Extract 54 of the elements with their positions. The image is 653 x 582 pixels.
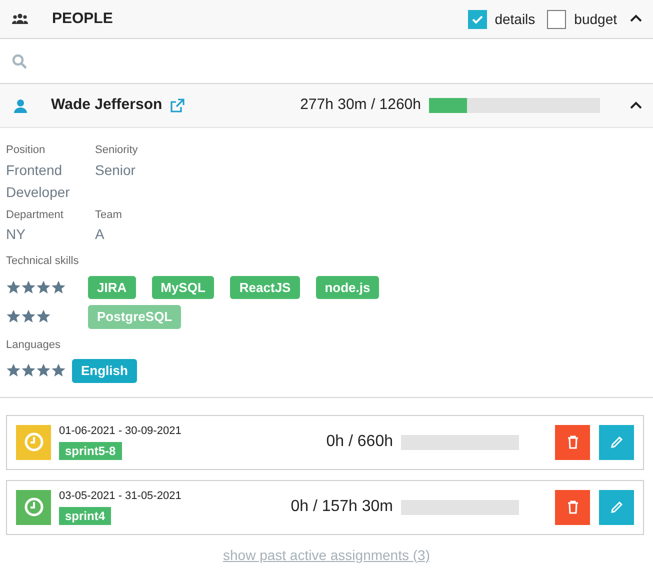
star-icon bbox=[36, 363, 51, 378]
edit-button[interactable] bbox=[599, 490, 634, 524]
hours-text: 277h 30m / 1260h bbox=[300, 95, 421, 116]
past-assignments-link[interactable]: show past active assignments (3) bbox=[223, 546, 430, 562]
skill-tag: MySQL bbox=[152, 276, 214, 299]
star-icon bbox=[36, 309, 51, 324]
sprint-tag: sprint5-8 bbox=[59, 442, 122, 460]
external-link-icon[interactable] bbox=[170, 98, 186, 113]
checkbox[interactable] bbox=[468, 10, 487, 28]
sprint-tag: sprint4 bbox=[59, 506, 112, 525]
section-label: Languages bbox=[6, 338, 62, 352]
field-label: Seniority bbox=[95, 143, 139, 158]
edit-button[interactable] bbox=[599, 424, 634, 460]
hours-text: 0h / 157h 30m bbox=[290, 497, 393, 517]
date-range: 03-05-2021 - 31-05-2021 bbox=[59, 489, 182, 504]
trash-icon bbox=[566, 435, 578, 449]
star-icon bbox=[21, 363, 36, 378]
person-icon bbox=[14, 98, 27, 112]
search-icon bbox=[12, 54, 27, 68]
check-icon bbox=[472, 14, 483, 24]
star-icon bbox=[6, 363, 21, 378]
star-icon bbox=[21, 309, 36, 324]
checkbox-label: budget bbox=[574, 10, 617, 29]
date-range: 01-06-2021 - 30-09-2021 bbox=[59, 424, 182, 440]
section-label: Technical skills bbox=[6, 254, 80, 269]
field-label: Team bbox=[95, 208, 123, 222]
checkbox[interactable] bbox=[547, 10, 566, 28]
section-title: PEOPLE bbox=[52, 8, 113, 29]
field-value: NY bbox=[6, 225, 26, 244]
star-icon bbox=[36, 280, 51, 295]
field-label: Department bbox=[6, 208, 64, 222]
field-label: Position bbox=[6, 143, 46, 158]
delete-button[interactable] bbox=[555, 490, 590, 524]
star-icon bbox=[51, 280, 66, 295]
pencil-icon bbox=[610, 435, 624, 449]
person-name: Wade Jefferson bbox=[51, 95, 162, 116]
skill-tag: JIRA bbox=[88, 276, 136, 299]
pencil-icon bbox=[610, 500, 624, 514]
field-value: A bbox=[95, 225, 106, 244]
hours-text: 0h / 660h bbox=[326, 432, 393, 452]
delete-button[interactable] bbox=[555, 424, 590, 460]
star-icon bbox=[51, 363, 66, 378]
trash-icon bbox=[566, 500, 578, 514]
people-icon bbox=[12, 13, 28, 25]
skill-tag: ReactJS bbox=[230, 276, 300, 299]
field-value: Senior bbox=[95, 160, 136, 180]
star-icon bbox=[21, 280, 36, 295]
checkbox-label: details bbox=[494, 10, 536, 28]
star-icon bbox=[6, 309, 21, 324]
skill-tag: PostgreSQL bbox=[88, 305, 182, 328]
skill-tag: English bbox=[72, 359, 137, 382]
skill-tag: node.js bbox=[316, 276, 380, 299]
field-value: Frontend Developer bbox=[6, 160, 71, 202]
star-icon bbox=[6, 280, 21, 295]
